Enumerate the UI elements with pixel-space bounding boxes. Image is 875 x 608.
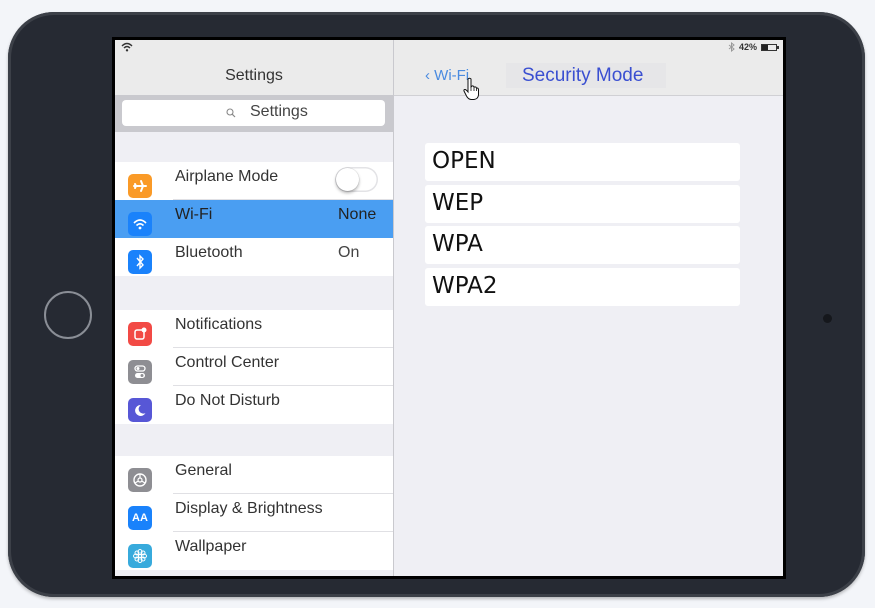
battery-icon bbox=[761, 43, 779, 51]
settings-sidebar: Settings Settings Airplane Mode Wi-Fi No… bbox=[115, 40, 394, 576]
detail-nav-bar: ‹ Wi-Fi Security Mode bbox=[394, 55, 783, 100]
sidebar-item-do-not-disturb[interactable]: Do Not Disturb bbox=[115, 386, 393, 424]
wifi-icon bbox=[128, 212, 152, 236]
sidebar-item-label: General bbox=[175, 462, 232, 479]
sidebar-title: Settings bbox=[225, 67, 283, 84]
security-mode-option-wpa2[interactable]: WPA2 bbox=[425, 267, 740, 306]
mode-label: WPA2 bbox=[432, 272, 498, 299]
search-area: Settings bbox=[115, 95, 393, 132]
settings-group-notifications: Notifications Control Center Do Not Dist… bbox=[115, 310, 393, 424]
bluetooth-status-icon bbox=[728, 42, 735, 52]
sidebar-item-wallpaper[interactable]: Wallpaper bbox=[115, 532, 393, 570]
mode-label: OPEN bbox=[432, 148, 496, 174]
sidebar-item-bluetooth[interactable]: Bluetooth On bbox=[115, 238, 393, 276]
mode-label: WEP bbox=[432, 189, 484, 216]
mode-label: WPA bbox=[432, 231, 483, 257]
toggle-knob bbox=[336, 168, 359, 191]
notifications-icon bbox=[128, 322, 152, 346]
sidebar-item-label: Bluetooth bbox=[175, 244, 243, 261]
search-input[interactable]: Settings bbox=[122, 100, 385, 126]
sidebar-item-label: Display & Brightness bbox=[175, 500, 323, 517]
hand-cursor-icon bbox=[463, 77, 479, 100]
sidebar-item-label: Wi-Fi bbox=[175, 206, 213, 223]
wifi-value: None bbox=[338, 206, 377, 223]
airplane-icon bbox=[128, 174, 152, 198]
sidebar-item-wifi[interactable]: Wi-Fi None bbox=[115, 200, 393, 238]
search-placeholder: Settings bbox=[250, 103, 308, 120]
security-mode-option-open[interactable]: OPEN bbox=[425, 143, 740, 181]
page-title: Security Mode bbox=[522, 65, 644, 86]
front-camera bbox=[823, 314, 832, 323]
display-brightness-icon: AA bbox=[128, 506, 152, 530]
status-bar-right: 42% bbox=[394, 40, 783, 55]
detail-pane: 42% ‹ Wi-Fi Security Mode OPEN WEP WPA W… bbox=[394, 40, 783, 576]
battery-fill bbox=[762, 44, 768, 50]
bluetooth-icon bbox=[128, 250, 152, 274]
airplane-mode-toggle[interactable] bbox=[335, 167, 378, 192]
bluetooth-value: On bbox=[338, 244, 360, 261]
sidebar-item-control-center[interactable]: Control Center bbox=[115, 348, 393, 386]
security-mode-option-wpa[interactable]: WPA bbox=[425, 226, 740, 264]
sidebar-nav-bar: Settings bbox=[115, 55, 393, 95]
settings-group-general: General AA Display & Brightness Wallpape… bbox=[115, 456, 393, 570]
settings-group-connectivity: Airplane Mode Wi-Fi None Bluetooth On bbox=[115, 162, 393, 276]
home-button[interactable] bbox=[44, 291, 92, 339]
security-mode-option-wep[interactable]: WEP bbox=[425, 184, 740, 223]
search-icon bbox=[226, 108, 236, 118]
display-icon-text: AA bbox=[132, 512, 148, 524]
sidebar-item-label: Do Not Disturb bbox=[175, 392, 280, 409]
gear-icon bbox=[128, 468, 152, 492]
wifi-status-icon bbox=[121, 42, 133, 52]
control-center-icon bbox=[128, 360, 152, 384]
sidebar-item-general[interactable]: General bbox=[115, 456, 393, 494]
moon-icon bbox=[128, 398, 152, 422]
sidebar-item-label: Wallpaper bbox=[175, 538, 247, 555]
screen: Settings Settings Airplane Mode Wi-Fi No… bbox=[112, 37, 786, 579]
wallpaper-icon bbox=[128, 544, 152, 568]
sidebar-item-label: Control Center bbox=[175, 354, 280, 371]
status-bar-left bbox=[115, 40, 393, 55]
sidebar-item-airplane-mode[interactable]: Airplane Mode bbox=[115, 162, 393, 200]
sidebar-item-display-brightness[interactable]: AA Display & Brightness bbox=[115, 494, 393, 532]
battery-percent: 42% bbox=[738, 42, 757, 52]
sidebar-item-label: Airplane Mode bbox=[175, 168, 279, 185]
sidebar-item-notifications[interactable]: Notifications bbox=[115, 310, 393, 348]
security-mode-list: OPEN WEP WPA WPA2 bbox=[425, 143, 740, 309]
sidebar-item-label: Notifications bbox=[175, 316, 263, 333]
